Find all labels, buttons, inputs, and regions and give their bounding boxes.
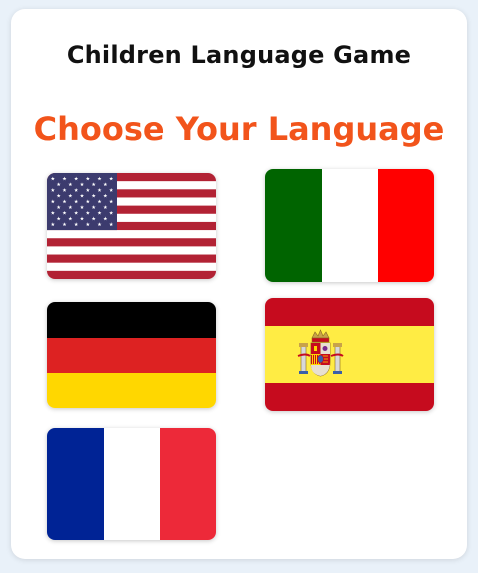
app-title: Children Language Game <box>66 41 412 69</box>
language-option-german[interactable] <box>47 302 216 408</box>
italy-flag-icon <box>265 169 434 282</box>
germany-flag-icon <box>47 302 216 408</box>
language-option-french[interactable] <box>47 428 216 540</box>
choose-language-heading: Choose Your Language <box>33 110 445 148</box>
us-flag-icon <box>47 173 216 279</box>
language-option-spanish[interactable] <box>265 298 434 411</box>
spain-flag-icon <box>265 298 434 411</box>
language-option-english[interactable] <box>47 173 216 279</box>
language-option-italian[interactable] <box>265 169 434 282</box>
france-flag-icon <box>47 428 216 540</box>
